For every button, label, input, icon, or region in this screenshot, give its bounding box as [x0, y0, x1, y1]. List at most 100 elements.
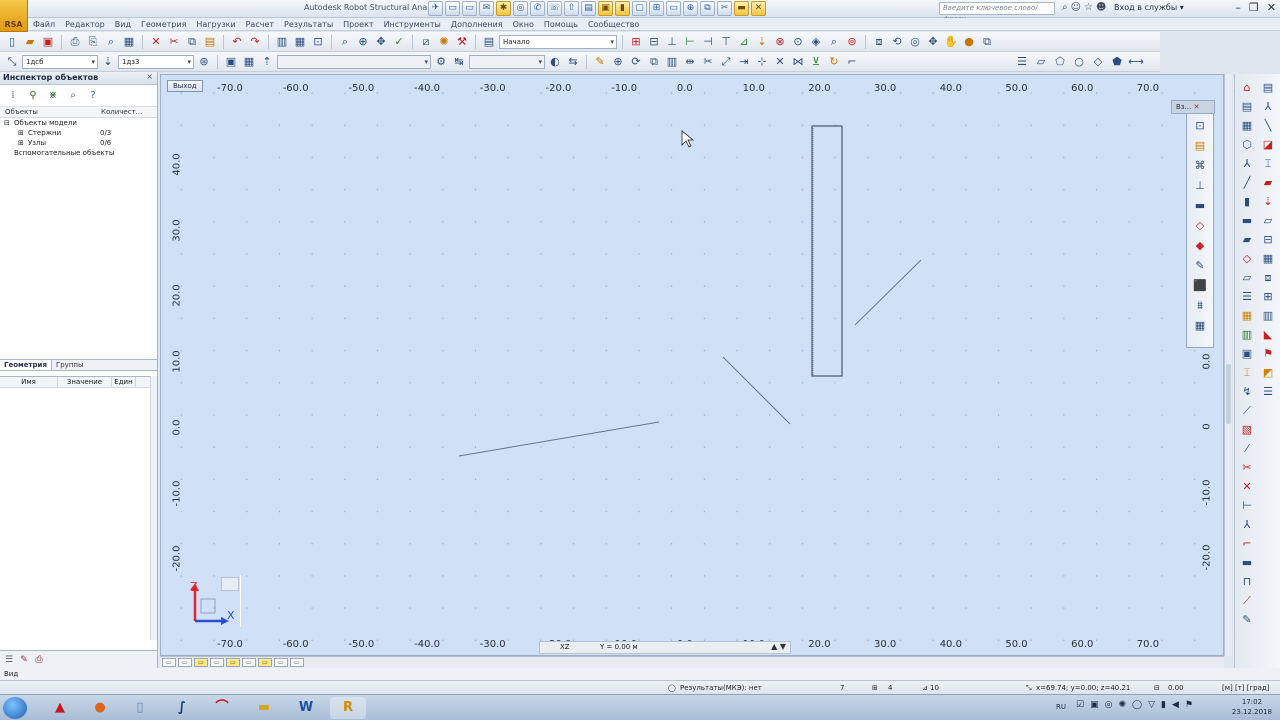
bars-icon[interactable]: ⊟ — [646, 34, 662, 50]
open-file-icon[interactable]: ▰ — [22, 34, 38, 50]
tab-geometry[interactable]: Геометрия — [0, 360, 52, 370]
menu-loads[interactable]: Нагрузки — [191, 18, 240, 30]
properties-scrollbar[interactable] — [150, 376, 157, 640]
view-btn-8[interactable]: ▭ — [274, 658, 288, 667]
tray-shield-icon[interactable]: ▽ — [1148, 700, 1155, 710]
view-btn-1[interactable]: ▭ — [162, 658, 176, 667]
frame-3d-icon[interactable]: ⧈ — [1259, 269, 1277, 287]
tray-app-icon[interactable]: ▣ — [1090, 700, 1099, 710]
screen-icon[interactable]: ▭ — [666, 1, 681, 16]
joint-icon[interactable]: ⊢ — [1238, 497, 1256, 515]
monitor-icon[interactable]: ▭ — [462, 1, 477, 16]
properties-icon[interactable]: ⚙ — [433, 54, 449, 70]
section-lib-icon[interactable]: ▦ — [1238, 307, 1256, 325]
support-red-icon[interactable]: ▰ — [1259, 174, 1277, 192]
lock-icon[interactable]: ▮ — [615, 1, 630, 16]
light-icon[interactable]: ● — [961, 34, 977, 50]
exit-button[interactable]: Выход — [167, 80, 203, 92]
calculator-icon[interactable]: ▦ — [292, 34, 308, 50]
pan-icon[interactable]: ✥ — [373, 34, 389, 50]
view-cube-box[interactable] — [221, 577, 239, 591]
table-grid-icon[interactable]: ▦ — [1259, 250, 1277, 268]
material-icon[interactable]: ⊿ — [736, 34, 752, 50]
arrow-up-icon[interactable]: ▲ — [771, 642, 777, 651]
hierarchy-icon[interactable]: ⋇ — [46, 90, 60, 101]
application-menu-button[interactable]: RSA — [0, 0, 28, 32]
rotate-icon[interactable]: ⟲ — [889, 34, 905, 50]
box-3d-icon[interactable]: ◩ — [1259, 364, 1277, 382]
mirror-icon[interactable]: ⇹ — [682, 54, 698, 70]
node-icon[interactable]: ⅄ — [1238, 155, 1256, 173]
menu-geometry[interactable]: Геометрия — [136, 18, 191, 30]
cursor-icon[interactable]: ⤡ — [4, 54, 20, 70]
table-icon[interactable]: ▥ — [1259, 307, 1277, 325]
load-case-icon[interactable]: ⇣ — [100, 54, 116, 70]
robot-app-icon[interactable]: R — [330, 697, 366, 719]
menu-project[interactable]: Проект — [338, 18, 378, 30]
polygon-icon[interactable]: ⬠ — [1052, 54, 1068, 70]
restore-icon[interactable]: ❐ — [1249, 1, 1259, 14]
red-beam-icon[interactable]: ◣ — [1259, 326, 1277, 344]
slab-icon[interactable]: ▱ — [1238, 269, 1256, 287]
node-tree-icon[interactable]: ⅄ — [1259, 98, 1277, 116]
array-icon[interactable]: ▥ — [664, 54, 680, 70]
screen-capture-icon[interactable]: ▦ — [121, 34, 137, 50]
vertical-scrollbar[interactable] — [1224, 74, 1232, 656]
menu-view[interactable]: Вид — [110, 18, 136, 30]
zoom-print-icon[interactable]: ⌕ — [103, 34, 119, 50]
folder-icon[interactable]: ▣ — [598, 1, 613, 16]
globe-icon[interactable]: ◎ — [513, 1, 528, 16]
view-btn-2[interactable]: ▭ — [178, 658, 192, 667]
flag-icon[interactable]: ⚑ — [1259, 345, 1277, 363]
view-btn-3[interactable]: ▭ — [194, 658, 208, 667]
tree-item[interactable]: ⊞ Узлы 0/6 — [0, 138, 157, 148]
offset-icon[interactable]: ✎ — [1190, 257, 1210, 275]
eraser-icon[interactable]: ◇ — [1190, 217, 1210, 235]
copy-icon[interactable]: ⧉ — [184, 34, 200, 50]
redo-icon[interactable]: ↷ — [247, 34, 263, 50]
beam-icon[interactable]: ▬ — [1238, 212, 1256, 230]
windows-icon[interactable]: ⧉ — [979, 34, 995, 50]
autocad-app-icon[interactable]: ▲ — [42, 697, 78, 719]
divide-icon[interactable]: ⊹ — [754, 54, 770, 70]
picture-icon[interactable]: ▣ — [223, 54, 239, 70]
mathcad-app-icon[interactable]: ∫ — [164, 697, 200, 719]
node-support-icon[interactable]: ⅄ — [1238, 516, 1256, 534]
trim-icon[interactable]: ✂ — [700, 54, 716, 70]
panel-icon[interactable]: ◇ — [1238, 250, 1256, 268]
help-icon[interactable]: ? — [86, 90, 100, 101]
parallelogram-icon[interactable]: ▱ — [1033, 54, 1049, 70]
dimension-icon[interactable]: ⟷ — [1128, 54, 1144, 70]
combination-icon[interactable]: ⊗ — [772, 34, 788, 50]
bar-line-1[interactable] — [854, 259, 922, 326]
props-col-unit[interactable]: Един — [112, 377, 136, 387]
column-section-icon[interactable]: ⌶ — [1259, 155, 1277, 173]
list-icon[interactable]: ☰ — [1238, 288, 1256, 306]
circle-icon[interactable]: ○ — [1071, 54, 1087, 70]
pen-icon[interactable]: ✎ — [1238, 611, 1256, 629]
clock[interactable]: 17:02 23.12.2018 — [1232, 697, 1272, 717]
design-icon[interactable]: ▥ — [1238, 326, 1256, 344]
filter-icon[interactable]: ⊛ — [196, 54, 212, 70]
phone-icon[interactable]: ✆ — [530, 1, 545, 16]
chat-icon[interactable]: ☏ — [547, 1, 562, 16]
rotate-obj-icon[interactable]: ⟳ — [628, 54, 644, 70]
grid-icon[interactable]: ⊞ — [649, 1, 664, 16]
drag-icon[interactable]: ⟋ — [1238, 592, 1256, 610]
copy-multi-icon[interactable]: ⧉ — [646, 54, 662, 70]
close-x-icon[interactable]: ✕ — [751, 1, 766, 16]
model-icon[interactable]: ⧄ — [418, 34, 434, 50]
filter-icon[interactable]: ⚲ — [26, 90, 40, 101]
pentagon-icon[interactable]: ⬟ — [1109, 54, 1125, 70]
search-icon[interactable]: ⌕ — [66, 90, 80, 101]
paint-icon[interactable]: ◆ — [1190, 237, 1210, 255]
view-combo[interactable]: Начало ▾ — [499, 34, 617, 49]
bar-element-rect[interactable] — [811, 125, 843, 377]
view-3d-icon[interactable]: ⧈ — [871, 34, 887, 50]
offsets-icon[interactable]: ⊣ — [700, 34, 716, 50]
paste-icon[interactable]: ▤ — [202, 34, 218, 50]
count-column[interactable]: Количест... — [96, 107, 147, 117]
menu-tools[interactable]: Инструменты — [379, 18, 446, 30]
tray-signal-icon[interactable]: ▮ — [1161, 700, 1166, 710]
display-icon[interactable]: ⊙ — [790, 34, 806, 50]
